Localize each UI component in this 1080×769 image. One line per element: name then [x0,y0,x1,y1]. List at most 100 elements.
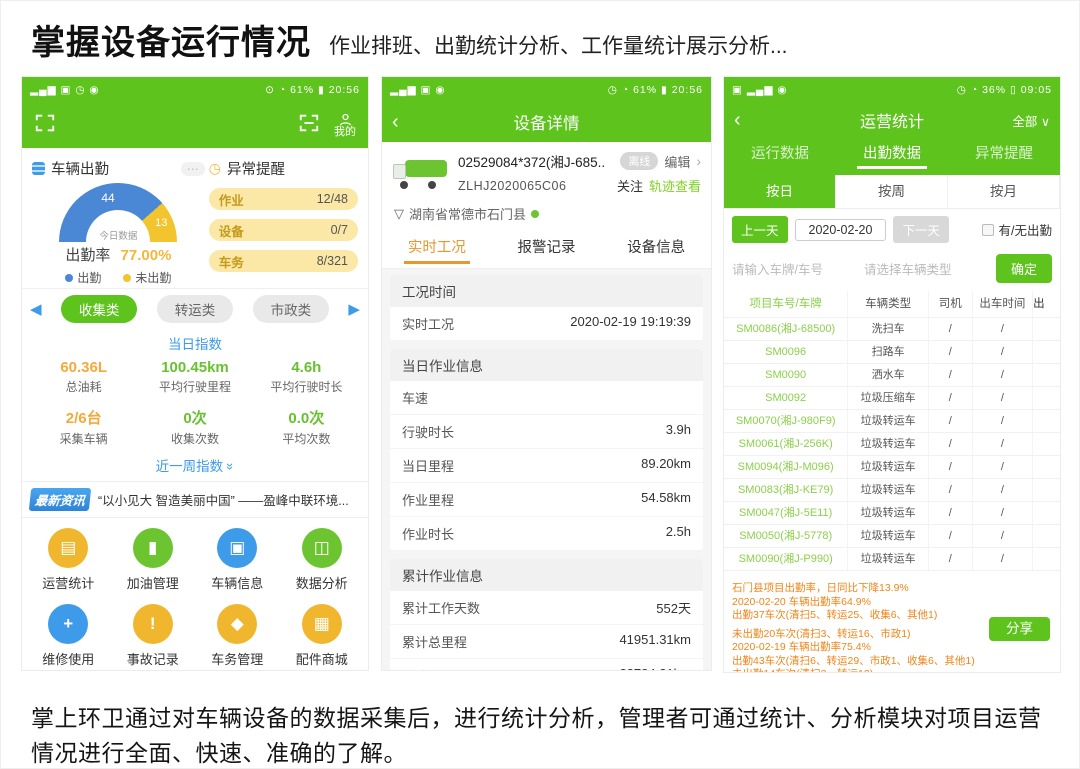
app-label: 车务管理 [211,649,263,668]
app-entry[interactable]: ▮ 加油管理 [127,528,179,592]
tab-alarms[interactable]: 报警记录 [492,231,602,268]
status-icons-left: ▂▄▆ ▣ ◷ ◉ [30,84,100,96]
cell-vehicle-type: 垃圾转运车 [848,502,929,524]
more-button[interactable]: ⋯ [181,162,205,176]
news-bar[interactable]: 最新资讯 “以小见大 智造美丽中国” ——盈峰中联环境... [22,481,368,518]
scan-grid-icon[interactable] [34,112,56,139]
location-icon: ▽ [394,206,404,222]
tab-realtime[interactable]: 实时工况 [382,231,492,268]
next-day-button[interactable]: 下一天 [893,216,949,243]
cell-vehicle-id[interactable]: SM0092 [724,387,848,409]
segment-by-day[interactable]: 按日 [724,175,836,208]
page-header: 掌握设备运行情况 作业排班、出勤统计分析、工作量统计展示分析... [31,15,788,64]
app-icon: ▤ [48,528,88,568]
tab-abnormal-alerts[interactable]: 异常提醒 [948,138,1060,175]
app-entry[interactable]: + 维修使用 [42,604,94,668]
stat-label: 收集次数 [139,430,250,447]
app-entry[interactable]: ◆ 车务管理 [211,604,263,668]
news-badge: 最新资讯 [29,488,91,511]
tab-transfer[interactable]: 转运类 [157,295,234,323]
checkbox-icon[interactable] [982,224,994,236]
cell-driver: / [929,479,973,501]
tab-running-data[interactable]: 运行数据 [724,138,836,175]
follow-button[interactable]: 关注 [617,176,643,195]
cell-driver: / [929,341,973,363]
cell-vehicle-id[interactable]: SM0083(湘J-KE79) [724,479,848,501]
app-grid: ▤ 运营统计 ▮ 加油管理 ▣ 车辆信息 ◫ 数据分析 [22,518,368,671]
tab-collection[interactable]: 收集类 [61,295,138,323]
screen-title: 设备详情 [382,110,711,134]
table-row[interactable]: SM0061(湘J-256K) 垃圾转运车 / / [724,433,1060,456]
cell-vehicle-id[interactable]: SM0094(湘J-M096) [724,456,848,478]
alert-pill[interactable]: 车务 8/321 [209,250,358,272]
attendance-checkbox-wrap[interactable]: 有/无出勤 [982,220,1052,239]
cell-vehicle-id[interactable]: SM0096 [724,341,848,363]
cell-vehicle-id[interactable]: SM0090 [724,364,848,386]
summary-line: 2020-02-19 车辆出勤率75.4% [732,641,1052,655]
app-label: 车辆信息 [211,573,263,592]
alerts-title: 异常提醒 [227,158,285,179]
cell-driver: / [929,387,973,409]
prev-day-button[interactable]: 上一天 [732,216,788,243]
profile-button[interactable]: 我的 [334,112,356,138]
week-index-link[interactable]: 近一周指数» [22,455,368,475]
table-row[interactable]: SM0083(湘J-KE79) 垃圾转运车 / / [724,479,1060,502]
gauge-legend: 出勤 未出勤 [32,269,205,286]
share-button[interactable]: 分享 [989,617,1050,641]
app-entry[interactable]: ▦ 配件商城 [296,604,348,668]
alert-pill[interactable]: 设备 0/7 [209,219,358,241]
arrow-right-icon[interactable]: ▶ [348,300,360,318]
table-row[interactable]: SM0096 扫路车 / / [724,341,1060,364]
tab-municipal[interactable]: 市政类 [253,295,330,323]
table-row[interactable]: SM0092 垃圾压缩车 / / [724,387,1060,410]
alert-pill[interactable]: 作业 12/48 [209,188,358,210]
app-label: 运营统计 [42,573,94,592]
app-entry[interactable]: ▣ 车辆信息 [211,528,263,592]
section-card: 累计作业信息 累计工作天数552天 累计总里程41951.31km 累计作业里程… [390,559,703,671]
filter-all-dropdown[interactable]: 全部 ∨ [1012,111,1050,130]
edit-button[interactable]: 编辑 [664,152,690,171]
cell-clipped [1033,387,1060,409]
app-icon: ◫ [302,528,342,568]
table-row[interactable]: SM0047(湘J-5E11) 垃圾转运车 / / [724,502,1060,525]
table-row[interactable]: SM0086(湘J-68500) 洗扫车 / / [724,318,1060,341]
app-icon: ▮ [133,528,173,568]
vehicle-card[interactable]: 02529084*372(湘J-685.. 离线 编辑 › ZLHJ202006… [382,142,711,204]
cell-driver: / [929,456,973,478]
tab-attendance-data[interactable]: 出勤数据 [836,138,948,175]
arrow-left-icon[interactable]: ◀ [30,300,42,318]
confirm-button[interactable]: 确定 [996,254,1052,283]
cell-vehicle-id[interactable]: SM0090(湘J-P990) [724,548,848,570]
track-view-link[interactable]: 轨迹查看 [649,176,701,195]
stat-item: 0次 收集次数 [139,407,250,447]
vehicle-type-select[interactable]: 请选择车辆类型 [864,259,990,278]
cell-vehicle-id[interactable]: SM0086(湘J-68500) [724,318,848,340]
plate-search-input[interactable]: 请输入车牌/车号 [732,259,858,278]
cell-vehicle-id[interactable]: SM0047(湘J-5E11) [724,502,848,524]
stat-item: 60.36L 总油耗 [28,359,139,395]
chevron-right-icon[interactable]: › [696,153,701,169]
table-row[interactable]: SM0094(湘J-M096) 垃圾转运车 / / [724,456,1060,479]
app-entry[interactable]: ▤ 运营统计 [42,528,94,592]
cell-clipped [1033,364,1060,386]
table-row[interactable]: SM0090(湘J-P990) 垃圾转运车 / / [724,548,1060,571]
cell-vehicle-id[interactable]: SM0050(湘J-5778) [724,525,848,547]
segment-by-week[interactable]: 按周 [836,175,948,208]
cell-vehicle-id[interactable]: SM0070(湘J-980F9) [724,410,848,432]
date-input[interactable]: 2020-02-20 [795,219,887,241]
section-title: 累计作业信息 [390,559,703,591]
tab-device-info[interactable]: 设备信息 [601,231,711,268]
table-row[interactable]: SM0050(湘J-5778) 垃圾转运车 / / [724,525,1060,548]
status-icons-right: ⊙ ◔ 61% ▮ 20:56 [265,84,360,96]
cell-vehicle-id[interactable]: SM0061(湘J-256K) [724,433,848,455]
app-entry[interactable]: ! 事故记录 [127,604,179,668]
app-icon: ▣ [217,528,257,568]
segment-by-month[interactable]: 按月 [948,175,1060,208]
app-entry[interactable]: ◫ 数据分析 [296,528,348,592]
table-row[interactable]: SM0070(湘J-980F9) 垃圾转运车 / / [724,410,1060,433]
status-icons-left: ▣ ▂▄▆ ◉ [732,84,788,96]
scan-icon[interactable] [298,112,320,139]
stat-item: 4.6h 平均行驶时长 [251,359,362,395]
table-row[interactable]: SM0090 洒水车 / / [724,364,1060,387]
truck-image [392,153,450,193]
